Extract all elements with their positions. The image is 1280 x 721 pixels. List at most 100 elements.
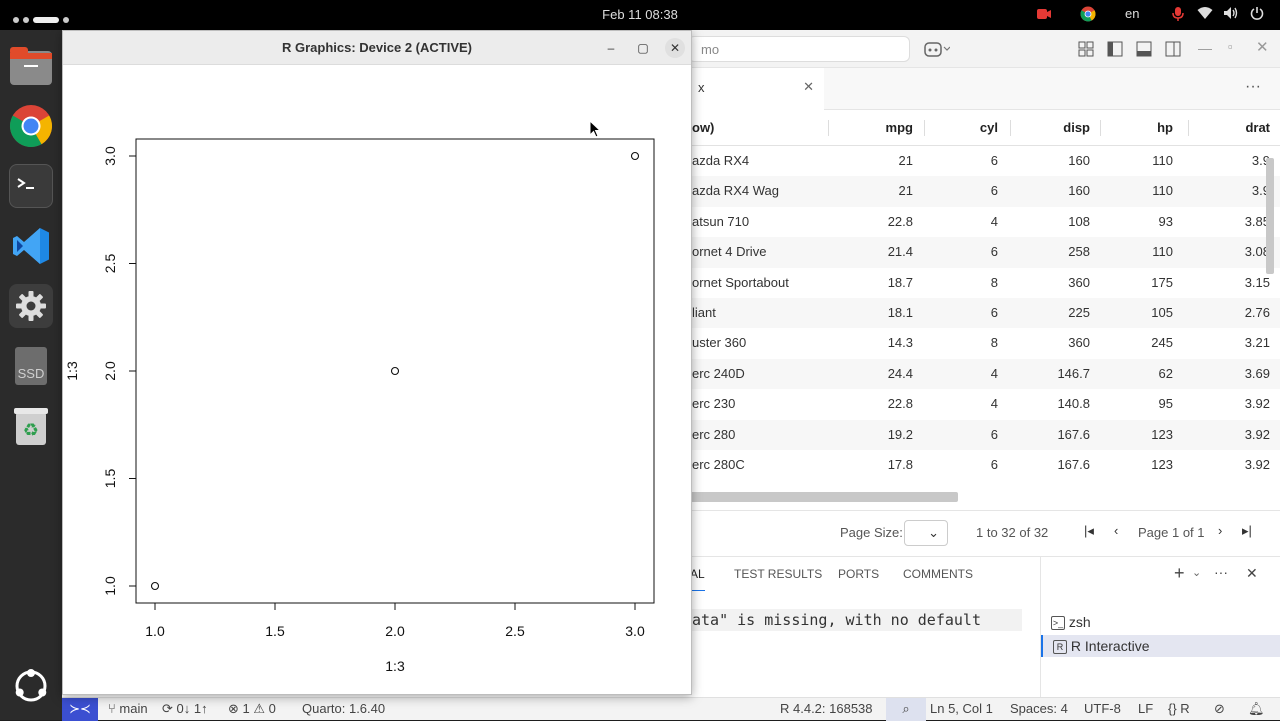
trash-icon[interactable]: ♻ xyxy=(9,404,53,448)
table-cell: 175 xyxy=(1151,274,1173,290)
chrome-tray-icon[interactable] xyxy=(1080,6,1096,24)
first-page-icon[interactable]: |◂ xyxy=(1084,523,1094,539)
table-row[interactable]: azda RX4 Wag 21 6 160 110 3.9 xyxy=(688,176,1280,207)
window-minimize-icon[interactable]: — xyxy=(1198,40,1212,56)
y-tick-label: 2.5 xyxy=(102,254,118,274)
terminal-app-icon[interactable] xyxy=(9,164,53,208)
window-close-icon[interactable]: ✕ xyxy=(1256,38,1269,56)
column-header[interactable]: hp xyxy=(1098,110,1173,146)
encoding[interactable]: UTF-8 xyxy=(1084,701,1121,716)
toggle-primary-sidebar-icon[interactable] xyxy=(1107,41,1123,62)
table-cell: 4 xyxy=(990,396,998,412)
minimize-button[interactable]: – xyxy=(601,38,621,58)
table-cell: 225 xyxy=(1068,304,1090,320)
page-indicator: Page 1 of 1 xyxy=(1138,525,1205,540)
git-branch[interactable]: ⑂ main xyxy=(108,701,148,716)
show-apps-icon[interactable] xyxy=(9,664,53,708)
volume-icon[interactable] xyxy=(1223,6,1239,24)
column-header[interactable]: drat xyxy=(1198,110,1270,146)
notifications-icon[interactable]: 🔔︎ xyxy=(1248,701,1265,717)
problems-indicator[interactable]: ⊗ 1 ⚠ 0 xyxy=(228,701,276,717)
tab-ports[interactable]: PORTS xyxy=(838,557,879,591)
x-axis: 1.0 1.5 2.0 2.5 3.0 xyxy=(145,603,645,639)
microphone-icon[interactable] xyxy=(1172,6,1184,24)
table-row[interactable]: azda RX4 21 6 160 110 3.9 xyxy=(688,146,1280,176)
table-row[interactable]: liant 18.1 6 225 105 2.76 xyxy=(688,297,1280,329)
r-window-title-bar[interactable]: R Graphics: Device 2 (ACTIVE) – ▢ ✕ xyxy=(63,31,691,65)
next-page-icon[interactable]: › xyxy=(1218,523,1222,538)
table-cell: 22.8 xyxy=(887,396,913,412)
terminal-item-zsh[interactable]: >_ zsh xyxy=(1051,611,1091,633)
git-sync[interactable]: ⟳ 0↓ 1↑ xyxy=(162,701,208,717)
column-header[interactable]: mpg xyxy=(848,110,913,146)
column-header[interactable]: disp xyxy=(1010,110,1090,146)
copilot-icon[interactable] xyxy=(924,40,951,63)
r-session[interactable]: R 4.4.2: 168538 xyxy=(780,701,873,716)
command-center-search[interactable]: mo xyxy=(688,36,910,62)
vscode-app-icon[interactable] xyxy=(9,224,53,268)
table-row[interactable]: atsun 710 22.8 4 108 93 3.85 xyxy=(688,207,1280,237)
wifi-icon[interactable] xyxy=(1197,6,1213,24)
chrome-app-icon[interactable] xyxy=(9,104,53,148)
cursor-position[interactable]: Ln 5, Col 1 xyxy=(930,701,993,716)
tab-comments[interactable]: COMMENTS xyxy=(903,557,973,591)
tab-test-results[interactable]: TEST RESULTS xyxy=(734,557,822,591)
language-mode[interactable]: {} R xyxy=(1168,701,1190,716)
table-row[interactable]: erc 240D 24.4 4 146.7 62 3.69 xyxy=(688,358,1280,390)
ssd-drive-icon[interactable]: SSD xyxy=(9,344,53,388)
close-button[interactable]: ✕ xyxy=(665,38,685,58)
copilot-status-icon[interactable]: ⊘ xyxy=(1214,701,1225,717)
terminal-output[interactable]: ata" is missing, with no default xyxy=(688,609,1022,631)
maximize-button[interactable]: ▢ xyxy=(633,38,653,58)
table-cell: 4 xyxy=(990,365,998,381)
end-of-line[interactable]: LF xyxy=(1138,701,1153,716)
y-axis-label: 1:3 xyxy=(64,361,80,381)
column-header[interactable]: cyl xyxy=(928,110,998,146)
toggle-secondary-sidebar-icon[interactable] xyxy=(1165,41,1181,62)
quarto-version[interactable]: Quarto: 1.6.40 xyxy=(302,701,385,716)
table-row[interactable]: ornet 4 Drive 21.4 6 258 110 3.08 xyxy=(688,237,1280,268)
table-cell: 6 xyxy=(990,304,998,320)
table-row[interactable]: uster 360 14.3 8 360 245 3.21 xyxy=(688,328,1280,358)
table-cell: 8 xyxy=(990,274,998,290)
table-cell: 140.8 xyxy=(1057,396,1090,412)
table-row[interactable]: erc 230 22.8 4 140.8 95 3.92 xyxy=(688,389,1280,419)
more-actions-icon[interactable]: ··· xyxy=(1245,78,1261,96)
table-cell: erc 280C xyxy=(692,456,745,472)
remote-indicator-icon[interactable]: ≻≺ xyxy=(62,698,98,721)
table-row[interactable]: erc 280C 17.8 6 167.6 123 3.92 xyxy=(688,450,1280,480)
settings-app-icon[interactable] xyxy=(9,284,53,328)
indentation[interactable]: Spaces: 4 xyxy=(1010,701,1068,716)
last-page-icon[interactable]: ▸| xyxy=(1242,523,1252,539)
page-size-select[interactable]: ⌄ xyxy=(904,520,948,546)
column-header[interactable]: ow) xyxy=(692,110,842,146)
horizontal-scrollbar[interactable] xyxy=(688,492,958,502)
table-cell: 6 xyxy=(990,456,998,472)
terminal-item-r-interactive[interactable]: R R Interactive xyxy=(1041,635,1280,657)
prev-page-icon[interactable]: ‹ xyxy=(1114,523,1118,538)
files-app-icon[interactable] xyxy=(9,44,53,88)
table-cell: 123 xyxy=(1151,456,1173,472)
toggle-panel-icon[interactable] xyxy=(1136,41,1152,62)
vertical-scrollbar[interactable] xyxy=(1266,158,1274,274)
window-restore-icon[interactable]: ▫ xyxy=(1228,39,1233,54)
table-cell: 105 xyxy=(1151,304,1173,320)
table-cell: 360 xyxy=(1068,274,1090,290)
power-icon[interactable] xyxy=(1250,6,1264,24)
table-row[interactable]: erc 280 19.2 6 167.6 123 3.92 xyxy=(688,419,1280,450)
screen-record-icon[interactable] xyxy=(1036,6,1052,24)
table-pager: Page Size: ⌄ 1 to 32 of 32 |◂ ‹ Page 1 o… xyxy=(688,510,1280,556)
mouse-cursor-icon xyxy=(589,119,602,143)
zoom-icon[interactable]: ⌕ xyxy=(886,698,926,721)
table-cell: erc 230 xyxy=(692,396,736,412)
customize-layout-icon[interactable] xyxy=(1078,41,1094,62)
table-cell: 3.92 xyxy=(1244,426,1270,442)
data-viewer-tab[interactable]: x ✕ xyxy=(688,68,824,110)
table-cell: ornet 4 Drive xyxy=(692,244,767,260)
tab-close-icon[interactable]: ✕ xyxy=(803,79,814,95)
table-cell: 110 xyxy=(1152,153,1173,168)
table-cell: 146.7 xyxy=(1057,365,1090,381)
tab-terminal[interactable]: AL xyxy=(690,557,705,591)
table-row[interactable]: ornet Sportabout 18.7 8 360 175 3.15 xyxy=(688,268,1280,298)
keyboard-language[interactable]: en xyxy=(1125,6,1139,24)
